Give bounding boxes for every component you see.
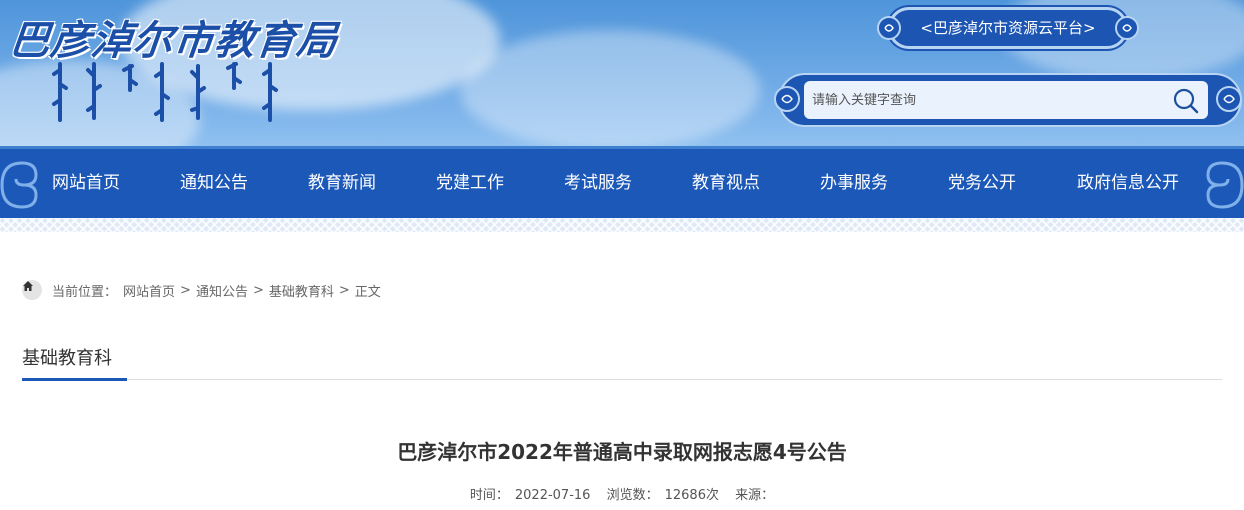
meta-views-label: 浏览数： [606,488,659,503]
column-divider [22,379,1222,380]
search-bar [774,75,1242,125]
resource-platform-link[interactable]: <巴彦淖尔市资源云平台> [877,7,1139,49]
meta-time: 时间： 2022-07-16 [467,488,594,503]
meta-source: 来源： [732,488,777,503]
column-title-underline [22,378,127,381]
search-input[interactable] [804,81,1208,119]
nav-item-education-view[interactable]: 教育视点 [680,149,772,218]
nav-ornament-right-icon [1206,161,1244,209]
nav-item-notices[interactable]: 通知公告 [168,149,260,218]
breadcrumb-item-home[interactable]: 网站首页 [123,281,175,300]
nav-item-home[interactable]: 网站首页 [40,149,132,218]
article-title: 巴彦淖尔市2022年普通高中录取网报志愿4号公告 [397,440,847,464]
column-title: 基础教育科 [22,348,112,369]
meta-time-label: 时间： [469,488,509,503]
nav-item-party-affairs[interactable]: 党务公开 [936,149,1028,218]
nav-item-exam-services[interactable]: 考试服务 [552,149,644,218]
meta-views-value: 12686次 [664,488,719,503]
mongolian-script-logo [52,62,278,122]
ornament-right-icon [1216,86,1242,112]
search-icon[interactable] [1172,87,1200,115]
breadcrumb-prefix: 当前位置： [52,284,118,300]
ornament-left-icon [774,86,800,112]
article-meta: 时间： 2022-07-16 浏览数： 12686次 来源： [0,484,1244,503]
breadcrumb-separator: > [338,282,350,298]
nav-item-news[interactable]: 教育新闻 [296,149,388,218]
ornament-right-icon [1115,16,1139,40]
ornament-left-icon [877,16,901,40]
meta-source-label: 来源： [735,488,775,503]
main-content: 当前位置： 网站首页 > 通知公告 > 基础教育科 > 正文 基础教育科 巴彦淖… [0,232,1244,510]
breadcrumb-item-current: 正文 [354,284,381,300]
meta-time-value: 2022-07-16 [514,488,591,503]
main-nav: 网站首页 通知公告 教育新闻 党建工作 考试服务 教育视点 办事服务 党务公开 … [0,146,1244,218]
home-icon [22,280,42,300]
nav-item-party-building[interactable]: 党建工作 [424,149,516,218]
banner-cloud [460,30,760,146]
nav-pattern-band [0,218,1244,232]
meta-views: 浏览数： 12686次 [604,488,722,503]
breadcrumb: 当前位置： 网站首页 > 通知公告 > 基础教育科 > 正文 [22,280,381,300]
resource-platform-label: <巴彦淖尔市资源云平台> [920,19,1096,37]
breadcrumb-separator: > [180,282,191,298]
nav-item-gov-info[interactable]: 政府信息公开 [1064,149,1192,218]
breadcrumb-item-basic-education[interactable]: 基础教育科 [269,281,334,300]
header-banner: 巴彦淖尔市教育局 <巴彦淖尔市资源云平台> [0,0,1244,146]
site-logo-title[interactable]: 巴彦淖尔市教育局 [7,8,341,66]
breadcrumb-separator: > [252,282,264,298]
nav-item-services[interactable]: 办事服务 [808,149,900,218]
nav-ornament-left-icon [0,161,38,209]
breadcrumb-item-notices[interactable]: 通知公告 [196,281,248,300]
